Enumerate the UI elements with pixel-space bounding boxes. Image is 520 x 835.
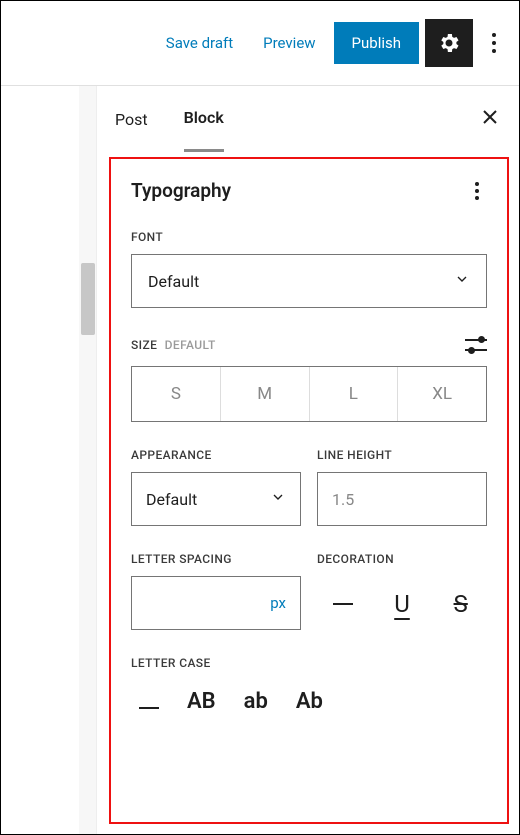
size-field: SIZE DEFAULT S M L XL (131, 334, 487, 422)
appearance-value: Default (146, 490, 197, 509)
decoration-none-button[interactable] (317, 584, 370, 624)
appearance-label: APPEARANCE (131, 448, 301, 462)
font-label: FONT (131, 230, 487, 244)
minus-icon (333, 603, 353, 606)
sidebar-tabs: Post Block (97, 86, 518, 152)
font-select[interactable]: Default (131, 254, 487, 308)
size-option-l[interactable]: L (309, 367, 398, 421)
tab-post[interactable]: Post (115, 88, 148, 151)
more-options-button[interactable] (479, 33, 509, 53)
line-height-placeholder: 1.5 (332, 490, 354, 509)
size-option-xl[interactable]: XL (397, 367, 486, 421)
typography-panel: Typography FONT Default SIZE DEFAULT (109, 157, 509, 824)
save-draft-button[interactable]: Save draft (154, 24, 245, 62)
custom-size-toggle[interactable] (465, 334, 487, 356)
size-label: SIZE DEFAULT (131, 338, 216, 352)
scrollbar-thumb[interactable] (81, 263, 95, 335)
tab-block[interactable]: Block (184, 86, 224, 152)
letter-case-none-button[interactable] (139, 686, 159, 716)
chevron-down-icon (454, 271, 470, 291)
line-height-field: LINE HEIGHT 1.5 (317, 448, 487, 526)
strikethrough-icon: S (454, 590, 468, 618)
size-options: S M L XL (131, 366, 487, 422)
letter-case-upper-button[interactable]: AB (187, 689, 216, 714)
letter-case-lower-button[interactable]: ab (244, 689, 268, 714)
size-option-m[interactable]: M (220, 367, 309, 421)
line-height-label: LINE HEIGHT (317, 448, 487, 462)
decoration-label: DECORATION (317, 552, 487, 566)
letter-case-label: LETTER CASE (131, 656, 487, 670)
size-option-s[interactable]: S (132, 367, 220, 421)
line-height-input[interactable]: 1.5 (317, 472, 487, 526)
appearance-select[interactable]: Default (131, 472, 301, 526)
gear-icon (437, 31, 461, 55)
letter-spacing-label: LETTER SPACING (131, 552, 301, 566)
letter-case-field: LETTER CASE AB ab Ab (131, 656, 487, 722)
close-sidebar-button[interactable] (480, 107, 500, 132)
font-field: FONT Default (131, 230, 487, 308)
settings-button[interactable] (425, 19, 473, 67)
publish-button[interactable]: Publish (334, 22, 419, 64)
decoration-field: DECORATION U S (317, 552, 487, 630)
letter-spacing-unit[interactable]: px (270, 594, 286, 612)
font-value: Default (148, 272, 199, 291)
letter-case-capitalize-button[interactable]: Ab (296, 689, 323, 714)
appearance-field: APPEARANCE Default (131, 448, 301, 526)
decoration-strikethrough-button[interactable]: S (434, 584, 487, 624)
editor-topbar: Save draft Preview Publish (1, 1, 519, 85)
decoration-underline-button[interactable]: U (376, 584, 429, 624)
chevron-down-icon (270, 489, 286, 509)
size-default-hint: DEFAULT (165, 338, 216, 352)
underline-icon: U (394, 590, 410, 618)
letter-spacing-field: LETTER SPACING px (131, 552, 301, 630)
scrollbar-track[interactable] (79, 86, 97, 834)
close-icon (480, 107, 500, 127)
panel-title: Typography (131, 179, 231, 202)
typography-options-button[interactable] (467, 182, 487, 200)
letter-spacing-input[interactable]: px (131, 576, 301, 630)
minus-icon (139, 707, 159, 710)
preview-button[interactable]: Preview (251, 24, 327, 62)
